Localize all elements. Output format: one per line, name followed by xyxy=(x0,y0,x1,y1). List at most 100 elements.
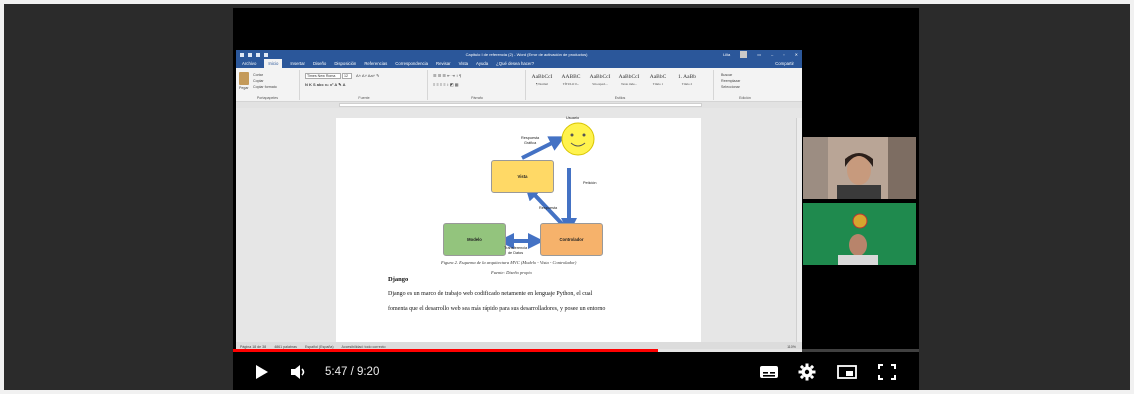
font-group-label: Fuente xyxy=(358,96,370,100)
style-sample: AaBbCcI xyxy=(531,74,553,80)
miniplayer-button[interactable] xyxy=(835,360,859,384)
ribbon-tab: Ayuda xyxy=(476,61,489,66)
respuesta-label: Respuesta xyxy=(539,206,558,210)
volume-button[interactable] xyxy=(287,360,311,384)
redo-icon xyxy=(256,52,260,57)
style-gallery-item: AaBbCcI Sin espaci... xyxy=(589,73,611,91)
ribbon-tab: Archivo xyxy=(242,61,257,66)
style-gallery-item: AaBbC Título 1 xyxy=(647,73,669,91)
editing-group: Buscar Reemplazar Seleccionar Edición xyxy=(715,70,775,100)
video-frame[interactable]: Capitulo I de referencia (2) - Word (Err… xyxy=(233,8,919,390)
volume-icon xyxy=(291,365,305,379)
fullscreen-button[interactable] xyxy=(875,360,899,384)
play-button[interactable] xyxy=(249,360,273,384)
font-size-buttons: A˄ A˅ Aa˅ ✎ xyxy=(356,73,380,78)
paragraph-group-label: Párrafo xyxy=(471,96,483,100)
clipboard-group-label: Portapapeles xyxy=(256,96,279,100)
style-gallery-item: 1. AaBb Título 2 xyxy=(676,73,698,91)
ribbon-tab: Diseño xyxy=(312,61,327,66)
styles-group-label: Estilos xyxy=(614,96,626,100)
style-name: Sin espaci... xyxy=(592,82,608,86)
page-background: Capitulo I de referencia (2) - Word (Err… xyxy=(0,0,1134,394)
document-title: Capitulo I de referencia (2) - Word (Err… xyxy=(465,52,588,57)
progress-played xyxy=(233,349,659,352)
replace-label: Reemplazar xyxy=(721,79,741,83)
miniplayer-icon xyxy=(837,365,857,379)
print-icon xyxy=(264,52,268,57)
participant-1-image xyxy=(803,137,916,199)
ribbon-tab: Inicio xyxy=(264,59,283,68)
style-name: Texto inde... xyxy=(621,82,637,86)
usuario-label: Usuario xyxy=(566,116,580,120)
modelo-box: Modelo xyxy=(443,223,506,256)
styles-group: AaBbCcI ¶ Normal AABBC TÍTULO 0... AaBbCcI Si… xyxy=(527,70,714,100)
editing-group-label: Edición xyxy=(739,96,751,100)
style-name: TÍTULO 0... xyxy=(562,82,580,86)
maximize-icon: ▫ xyxy=(783,52,785,57)
save-icon xyxy=(240,52,244,57)
style-sample: 1. AaBb xyxy=(677,74,697,80)
transferencia-label: Transferencia de Datos xyxy=(504,246,528,255)
peticion-label: Petición xyxy=(583,181,597,185)
settings-button[interactable] xyxy=(795,360,819,384)
style-name: Título 1 xyxy=(652,82,664,86)
participant-webcam-1 xyxy=(803,137,916,199)
smiley-icon xyxy=(561,122,595,156)
section-heading: Django xyxy=(388,276,409,283)
font-size-field: 12 xyxy=(342,73,352,79)
ribbon: Pegar Cortar Copiar Copiar formato Porta… xyxy=(236,68,802,102)
share-button: Compartir xyxy=(775,61,794,66)
participant-webcam-2 xyxy=(803,203,916,265)
time-display: 5:47 / 9:20 xyxy=(325,366,380,378)
style-gallery-item: AaBbCcI Texto inde... xyxy=(618,73,640,91)
ribbon-tab: ¿Qué desea hacer? xyxy=(496,61,535,66)
style-sample: AaBbCcI xyxy=(589,74,611,80)
participant-2-image xyxy=(803,203,916,265)
horizontal-ruler xyxy=(236,102,802,108)
subtitles-button[interactable] xyxy=(757,360,781,384)
word-title-bar: Capitulo I de referencia (2) - Word (Err… xyxy=(236,50,802,59)
ribbon-tab: Correspondencia xyxy=(395,61,428,66)
document-scrollbar xyxy=(796,118,802,342)
style-name: ¶ Normal xyxy=(536,82,548,86)
document-page: Usuario Vista Modelo Controlador Respues… xyxy=(336,116,701,342)
ribbon-tab: Insertar xyxy=(290,61,305,66)
avatar xyxy=(740,51,748,58)
word-window: Capitulo I de referencia (2) - Word (Err… xyxy=(236,50,802,352)
video-player[interactable]: Capitulo I de referencia (2) - Word (Err… xyxy=(4,4,1130,390)
respuesta-grafica-label: Respuesta Gráfica xyxy=(521,136,540,145)
user-area: Lilia ▭ – ▫ ✕ xyxy=(723,51,798,58)
smiley-eye-right xyxy=(582,133,586,137)
ribbon-tab: Disposición xyxy=(334,61,357,66)
format-painter-label: Copiar formato xyxy=(253,85,277,89)
paste-icon xyxy=(239,72,249,85)
style-sample: AABBC xyxy=(561,74,581,80)
paragraph-group: ☰ ☰ ☰ ⇤ ⇥ ↕ ¶ ≡ ≡ ≡ ≡ ↕ ◩ ▦ Párrafo xyxy=(429,70,526,100)
clipboard-group: Pegar Cortar Copiar Copiar formato Porta… xyxy=(236,70,300,100)
ribbon-tabs: Archivo Inicio Insertar Diseño Disposición Re… xyxy=(236,59,802,68)
font-group: Times New Roma 12 A˄ A˅ Aa˅ ✎ N K S abc … xyxy=(301,70,428,100)
quick-access-toolbar xyxy=(240,52,330,57)
paragraph-line-1: Django es un marco de trabajo web codifi… xyxy=(388,291,593,297)
style-sample: AaBbC xyxy=(649,74,667,80)
ribbon-tab: Revisar xyxy=(435,61,451,66)
vista-box: Vista xyxy=(491,160,554,193)
progress-bar[interactable] xyxy=(233,349,919,352)
minimize-icon: – xyxy=(770,52,774,57)
style-sample: AaBbCcI xyxy=(618,74,640,80)
player-controls: 5:47 / 9:20 xyxy=(233,354,919,390)
document-area: Usuario Vista Modelo Controlador Respues… xyxy=(236,116,802,342)
paragraph-line-2: fomenta que el desarrollo web sea más rá… xyxy=(388,306,606,312)
font-style-buttons: N K S abc x₂ x² A ✎ A xyxy=(305,82,346,87)
select-label: Seleccionar xyxy=(721,85,740,89)
font-name-field: Times New Roma xyxy=(305,73,341,79)
undo-icon xyxy=(248,52,252,57)
style-gallery-item: AaBbCcI ¶ Normal xyxy=(531,73,553,91)
figure-source: Fuente: Diseño propio xyxy=(491,270,532,275)
figure-caption: Figura 2. Esquema de la arquitectura MVC… xyxy=(441,260,577,265)
play-icon xyxy=(256,365,268,379)
cut-label: Cortar xyxy=(253,73,263,77)
fullscreen-icon xyxy=(878,364,896,380)
close-icon: ✕ xyxy=(794,52,798,57)
paste-label: Pegar xyxy=(239,86,249,90)
